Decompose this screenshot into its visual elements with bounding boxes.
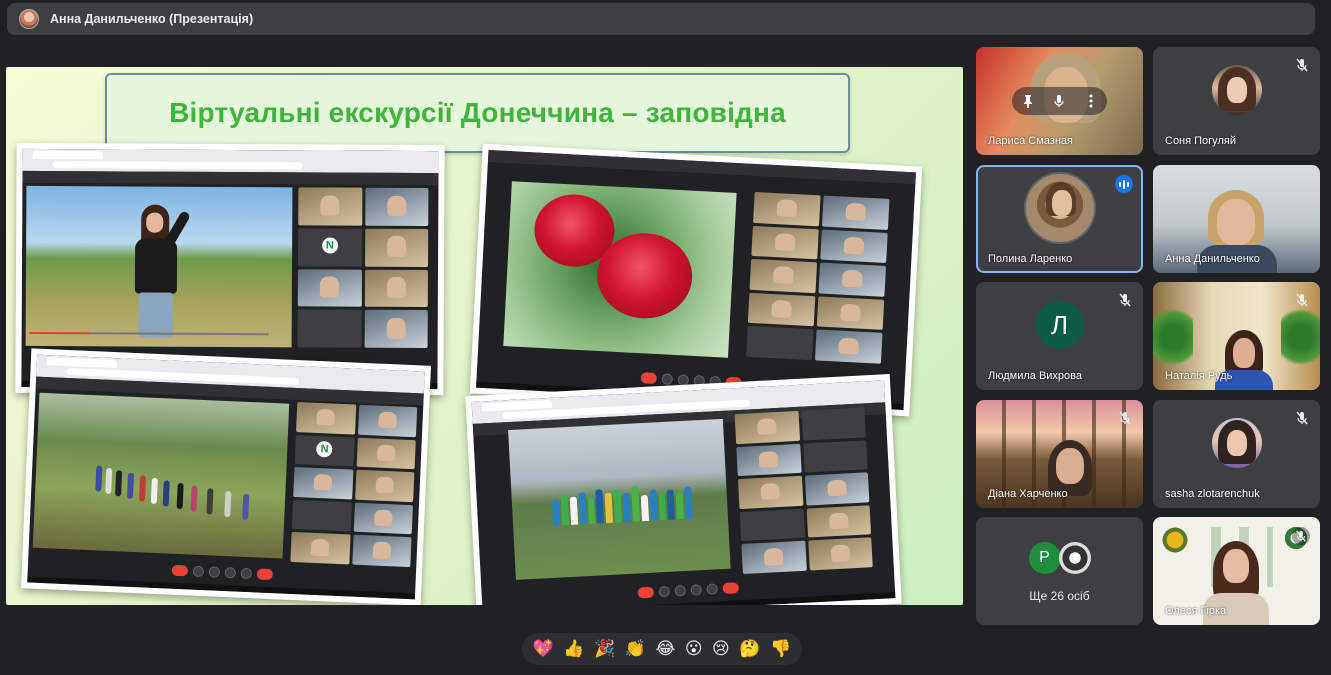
slide-title-box: Віртуальні екскурсії Донеччина – заповід… [105,73,850,153]
participant-avatar [1211,418,1262,469]
more-options-icon[interactable] [1084,94,1098,108]
participant-avatar [1058,542,1091,575]
pin-icon[interactable] [1021,94,1035,108]
thinking-reaction[interactable]: 🤔 [739,640,760,658]
video-field-girl [25,185,293,348]
clapping-reaction[interactable]: 👏 [625,640,646,658]
surprised-reaction[interactable]: 😮 [685,640,703,658]
participant-name: Людмила Вихрова [988,370,1082,382]
participant-name: Діана Харченко [988,488,1068,500]
participant-tile[interactable]: Соня Погуляй [1153,47,1320,155]
speaking-indicator-icon [1115,175,1133,193]
participant-name: sasha zlotarenchuk [1165,488,1260,500]
participant-name: Соня Погуляй [1165,135,1236,147]
participant-name: Олеся Гірка [1165,605,1227,617]
peony-photo [503,181,737,358]
sparkling-heart-reaction[interactable]: 💖 [533,640,554,658]
crying-reaction[interactable]: 😢 [712,640,730,658]
thumbs-down-reaction[interactable]: 👎 [770,640,791,658]
mic-off-icon [1117,292,1133,308]
participant-tile[interactable]: Л Людмила Вихрова [976,282,1143,390]
presentation-slide: Віртуальні екскурсії Донеччина – заповід… [6,67,963,605]
mic-off-icon [1117,410,1133,426]
participant-tile[interactable]: Лариса Смазная [976,47,1143,155]
party-popper-reaction[interactable]: 🎉 [594,640,615,658]
participant-avatar: Л [1035,301,1084,350]
tile-hover-controls[interactable] [1012,87,1107,115]
participant-tile[interactable]: Олеся Гірка [1153,517,1320,625]
participant-tile[interactable]: Діана Харченко [976,400,1143,508]
more-participants-label: Ще 26 осіб [1029,589,1090,603]
group-photo [508,418,731,580]
mic-off-icon [1294,57,1310,73]
thumbs-up-reaction[interactable]: 👍 [563,640,584,658]
participant-tile[interactable]: Наталія Рудь [1153,282,1320,390]
participant-avatar [1023,172,1096,245]
participant-avatar: Р [1028,542,1061,575]
slide-screenshot-3: N [20,348,432,605]
participant-tile[interactable]: sasha zlotarenchuk [1153,400,1320,508]
participant-tile[interactable]: Анна Данильченко [1153,165,1320,273]
more-participants-tile[interactable]: Р Ще 26 осіб [976,517,1143,625]
meet-window: Анна Данильченко (Презентація) Віртуальн… [0,0,1331,675]
presenter-bar[interactable]: Анна Данильченко (Презентація) [7,3,1315,35]
mic-off-icon [1294,292,1310,308]
hikers-photo [32,392,290,559]
laughing-reaction[interactable]: 😂 [655,640,675,658]
slide-screenshot-4 [465,374,902,605]
participant-tile-speaking[interactable]: Полина Ларенко [976,165,1143,273]
presenter-avatar [19,9,39,29]
participant-name: Наталія Рудь [1165,370,1233,382]
mic-off-icon [1294,410,1310,426]
more-participants-avatars: Р [1028,542,1091,575]
slide-title: Віртуальні екскурсії Донеччина – заповід… [169,97,786,128]
participant-name: Анна Данильченко [1165,253,1260,265]
participant-name: Лариса Смазная [988,135,1073,147]
mic-off-icon [1292,527,1310,545]
reactions-bar: 💖 👍 🎉 👏 😂 😮 😢 🤔 👎 [522,633,802,665]
participant-avatar [1211,65,1262,116]
participant-name: Полина Ларенко [988,253,1073,265]
mic-icon[interactable] [1052,94,1066,108]
presenter-name: Анна Данильченко (Презентація) [50,12,254,26]
